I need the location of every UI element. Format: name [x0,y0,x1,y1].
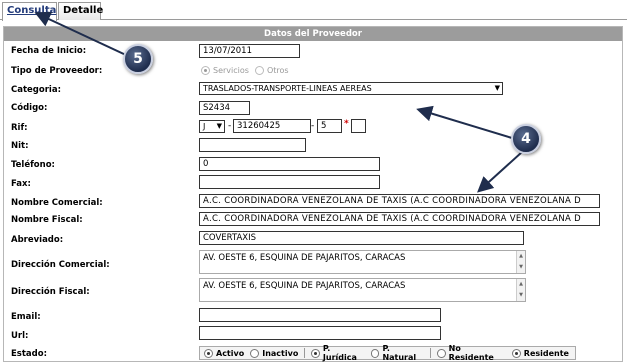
supplier-data-panel: Datos del Proveedor Fecha de Inicio: 13/… [3,26,623,362]
label-telefono: Teléfono: [11,160,55,170]
label-nombre-fiscal: Nombre Fiscal: [11,215,83,225]
label-p-natural: P. Natural [382,344,417,362]
scrollbar[interactable]: ▲ ▼ [516,251,525,273]
rif-validate-box[interactable] [351,119,366,133]
telefono-input[interactable]: 0 [199,157,380,171]
label-nombre-comercial: Nombre Comercial: [11,198,103,208]
divider [304,348,306,358]
option-residente[interactable]: Residente [511,348,569,358]
radio-no-residente[interactable] [437,348,446,358]
tab-consulta[interactable]: Consulta [2,2,57,21]
label-rif: Rif: [11,123,28,133]
required-mark: * [344,119,349,129]
rif-numero-input[interactable]: 31260425 [233,119,311,133]
radio-servicios[interactable] [201,66,210,75]
label-direccion-fiscal: Dirección Fiscal: [11,287,90,297]
radio-p-natural[interactable] [370,348,380,358]
option-no-residente[interactable]: No Residente [437,344,506,362]
option-p-natural[interactable]: P. Natural [370,344,424,362]
option-inactivo[interactable]: Inactivo [250,348,299,358]
label-estado: Estado: [11,349,47,359]
divider [430,348,432,358]
label-activo: Activo [216,348,245,358]
label-fecha-inicio: Fecha de Inicio: [11,46,87,56]
categoria-value: TRASLADOS-TRANSPORTE-LINEAS AEREAS [203,84,372,93]
rif-tipo-value: J [203,122,206,131]
label-tipo-proveedor: Tipo de Proveedor: [11,66,103,76]
nombre-comercial-input[interactable]: A.C. COORDINADORA VENEZOLANA DE TAXIS (A… [199,194,600,208]
radio-p-juridica[interactable] [311,348,320,358]
rif-tipo-select[interactable]: J ▼ [199,120,225,133]
tab-detalle[interactable]: Detalle [58,2,103,20]
radio-inactivo[interactable] [250,348,260,358]
direccion-comercial-value: AV. OESTE 6, ESQUINA DE PAJARITOS, CARAC… [203,253,406,263]
callout-4: 4 [511,124,541,154]
label-direccion-comercial: Dirección Comercial: [11,260,110,270]
abreviado-input[interactable]: COVERTAXIS [199,231,524,245]
label-fax: Fax: [11,179,31,189]
tipo-proveedor-group: Servicios Otros [201,66,289,75]
callout-5: 5 [123,44,153,74]
label-url: Url: [11,331,29,341]
label-no-residente: No Residente [448,344,494,362]
direccion-comercial-textarea[interactable]: AV. OESTE 6, ESQUINA DE PAJARITOS, CARAC… [199,250,526,274]
label-nit: Nit: [11,141,29,151]
rif-separator: - [228,121,232,131]
chevron-down-icon: ▼ [494,84,500,92]
label-email: Email: [11,312,41,322]
nit-input[interactable] [199,138,306,152]
label-servicios: Servicios [213,66,249,75]
nombre-fiscal-input[interactable]: A.C. COORDINADORA VENEZOLANA DE TAXIS (A… [199,212,600,226]
label-otros: Otros [266,66,289,75]
url-input[interactable] [199,326,441,340]
direccion-fiscal-value: AV. OESTE 6, ESQUINA DE PAJARITOS, CARAC… [203,281,406,291]
label-inactivo: Inactivo [262,348,299,358]
option-p-juridica[interactable]: P. Jurídica [311,344,365,362]
label-categoria: Categoria: [11,85,61,95]
codigo-input[interactable]: S2434 [199,101,250,115]
rif-digito-input[interactable]: 5 [317,119,342,133]
tab-bar: Consulta Detalle [0,0,627,21]
label-codigo: Código: [11,103,48,113]
label-residente: Residente [523,348,569,358]
rif-separator-2: - [311,121,315,131]
radio-otros[interactable] [254,66,264,75]
label-abreviado: Abreviado: [11,235,64,245]
direccion-fiscal-textarea[interactable]: AV. OESTE 6, ESQUINA DE PAJARITOS, CARAC… [199,278,526,302]
categoria-select[interactable]: TRASLADOS-TRANSPORTE-LINEAS AEREAS ▼ [199,82,503,95]
radio-activo[interactable] [204,348,213,358]
chevron-down-icon: ▼ [216,122,222,130]
panel-title: Datos del Proveedor [4,27,622,41]
radio-residente[interactable] [511,348,521,358]
email-input[interactable] [199,308,441,322]
fax-input[interactable] [199,175,380,189]
fecha-inicio-input[interactable]: 13/07/2011 [199,44,300,58]
estado-options-bar: Activo Inactivo P. Jurídica P. Natural N… [199,344,576,362]
option-activo[interactable]: Activo [204,348,245,358]
label-p-juridica: P. Jurídica [322,344,357,362]
scrollbar[interactable]: ▲ ▼ [516,279,525,301]
